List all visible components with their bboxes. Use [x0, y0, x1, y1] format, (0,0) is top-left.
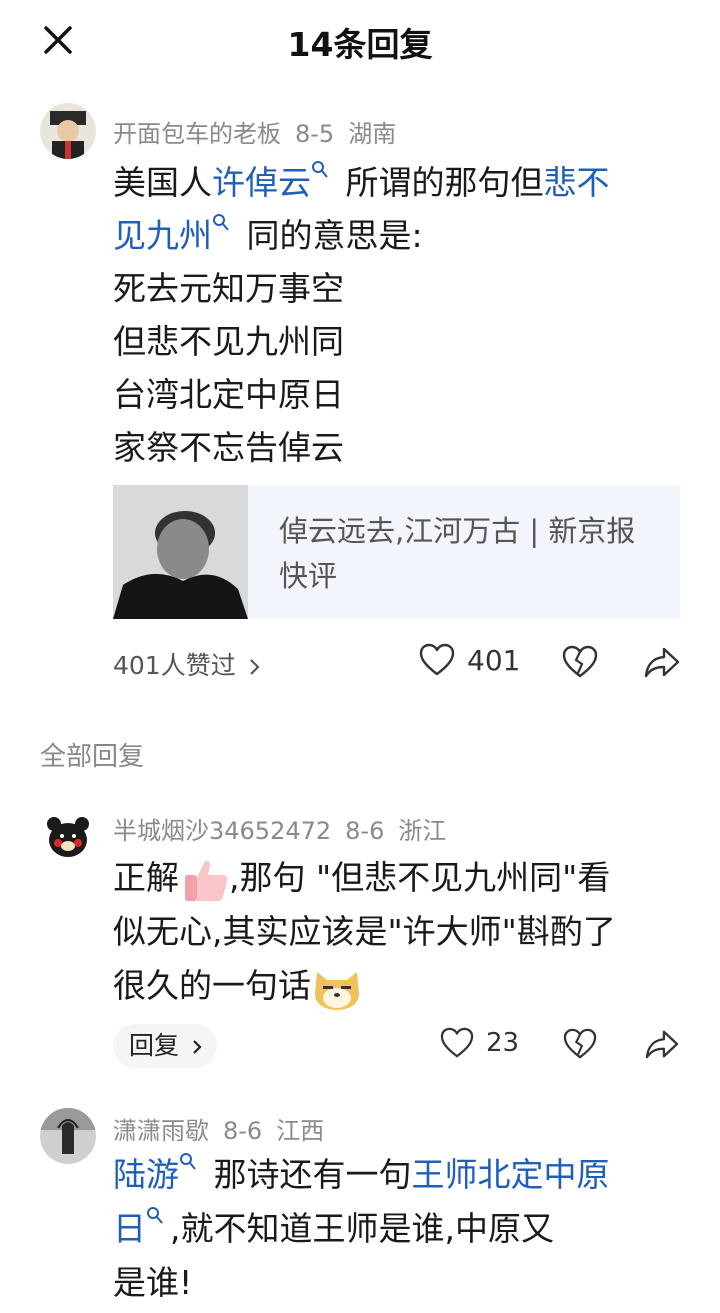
- poem-line: 死去元知万事空: [113, 269, 344, 308]
- search-link[interactable]: 陆游: [113, 1153, 203, 1194]
- broken-heart-icon: [562, 645, 598, 678]
- reply-label: 回复: [129, 1031, 180, 1060]
- comment-date: 8-5: [295, 120, 335, 148]
- comment-location: 湖南: [348, 120, 397, 148]
- chevron-right-icon: [193, 1040, 202, 1054]
- comment-body: 美国人许倬云 所谓的那句但悲不 见九州 同的意思是: 死去元知万事空 但悲不见九…: [113, 156, 673, 474]
- header-bar: 14条回复: [0, 0, 720, 80]
- search-link[interactable]: 悲不: [544, 163, 610, 202]
- search-icon: [180, 1153, 196, 1170]
- search-link[interactable]: 许倬云: [212, 161, 335, 202]
- comment-meta: 开面包车的老板 8-5 湖南: [113, 114, 410, 149]
- likes-summary-link[interactable]: 401人赞过: [113, 646, 262, 682]
- comment-date: 8-6: [223, 1117, 263, 1145]
- comment-date: 8-6: [345, 817, 385, 845]
- article-card[interactable]: 倬云远去,江河万古 | 新京报快评: [113, 485, 680, 619]
- share-button[interactable]: [644, 645, 680, 679]
- like-count: 23: [486, 1028, 520, 1058]
- text: 所谓的那句但: [335, 163, 544, 202]
- article-title: 倬云远去,江河万古 | 新京报快评: [279, 514, 636, 593]
- comment-location: 浙江: [398, 817, 447, 845]
- heart-icon: [440, 1027, 474, 1058]
- username[interactable]: 开面包车的老板: [113, 120, 281, 148]
- username[interactable]: 半城烟沙34652472: [113, 817, 331, 845]
- like-count: 401: [467, 643, 521, 677]
- share-icon: [644, 647, 680, 678]
- text: 那诗还有一句: [203, 1155, 412, 1194]
- chevron-right-icon: [249, 659, 260, 675]
- like-button[interactable]: 23: [440, 1027, 519, 1059]
- likes-text: 401人赞过: [113, 651, 236, 680]
- section-label: 全部回复: [40, 742, 145, 772]
- search-link[interactable]: 见九州: [113, 214, 236, 255]
- text: 同的意思是:: [236, 216, 423, 255]
- thumbs-up-icon: [185, 860, 228, 901]
- broken-heart-icon: [563, 1028, 597, 1059]
- search-icon: [213, 214, 229, 231]
- text: 很久的一句话: [113, 966, 311, 1005]
- username[interactable]: 潇潇雨歇: [113, 1117, 209, 1145]
- search-link[interactable]: 王师北定中原: [412, 1155, 610, 1194]
- poem-line: 但悲不见九州同: [113, 322, 344, 361]
- poem-line: 台湾北定中原日: [113, 375, 344, 414]
- doge-emoji-icon: [315, 971, 359, 1010]
- comment-location: 江西: [276, 1117, 325, 1145]
- share-icon: [645, 1030, 679, 1059]
- text: 是谁!: [113, 1263, 193, 1302]
- search-icon: [312, 161, 328, 178]
- reply-body: 正解 ,那句 "但悲不见九州同"看 似无心,其实应该是"许大师"斟酌了 很久的一句…: [113, 851, 688, 1013]
- page-title: 14条回复: [287, 25, 433, 64]
- text: 正解: [113, 858, 179, 897]
- comment-meta: 半城烟沙34652472 8-6 浙江: [113, 811, 460, 846]
- search-link[interactable]: 日: [113, 1207, 170, 1248]
- text: 美国人: [113, 163, 212, 202]
- avatar[interactable]: [40, 810, 96, 866]
- share-button[interactable]: [645, 1028, 679, 1060]
- like-button[interactable]: 401: [419, 643, 520, 677]
- text: 似无心,其实应该是"许大师"斟酌了: [113, 912, 616, 951]
- text: ,就不知道王师是谁,中原又: [170, 1209, 554, 1248]
- dislike-button[interactable]: [562, 645, 598, 679]
- text: ,那句 "但悲不见九州同"看: [229, 858, 611, 897]
- search-icon: [147, 1207, 163, 1224]
- reply-body: 陆游 那诗还有一句王师北定中原 日 ,就不知道王师是谁,中原又 是谁!: [113, 1148, 688, 1310]
- poem-line: 家祭不忘告倬云: [113, 428, 344, 467]
- article-thumbnail: [113, 485, 248, 619]
- dislike-button[interactable]: [563, 1028, 597, 1060]
- avatar[interactable]: [40, 1108, 96, 1164]
- heart-icon: [419, 643, 455, 676]
- avatar[interactable]: [40, 103, 96, 159]
- comment-meta: 潇潇雨歇 8-6 江西: [113, 1111, 338, 1146]
- reply-button[interactable]: 回复: [113, 1024, 217, 1068]
